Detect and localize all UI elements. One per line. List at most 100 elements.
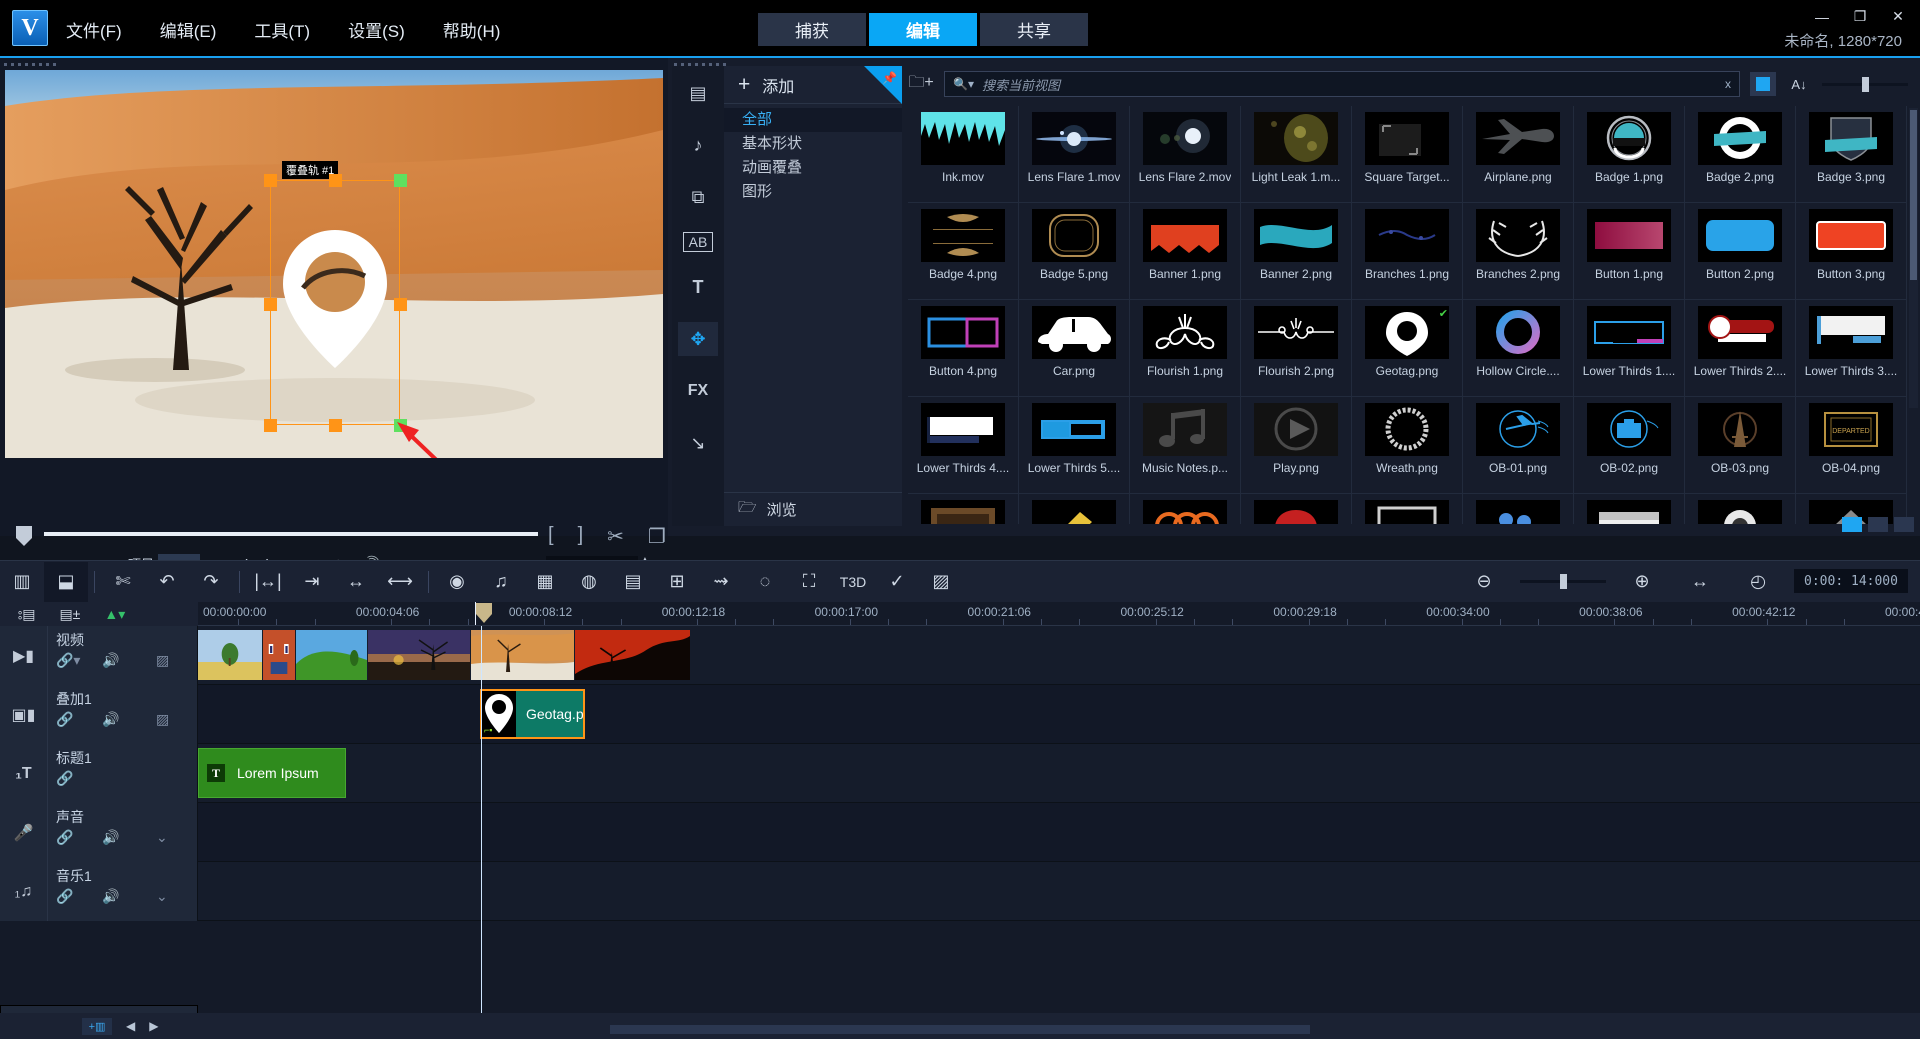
menu-item-tools[interactable]: 工具(T) [248, 13, 316, 46]
library-item[interactable]: Lens Flare 2.mov [1130, 106, 1241, 203]
pin-icon[interactable]: 📌 [864, 66, 902, 104]
menu-item-settings[interactable]: 设置(S) [342, 13, 411, 46]
media-icon[interactable]: ▤ [678, 76, 718, 110]
audio-mixer-button[interactable]: ♫ [479, 562, 523, 602]
scrubber-track[interactable] [44, 532, 538, 536]
selection-button[interactable]: ⛶ [787, 562, 831, 602]
track-header-overlay1[interactable]: ▣▮ 叠加1 🔗 🔊 ▨ [0, 685, 198, 744]
tab-capture[interactable]: 捕获 [758, 13, 866, 46]
handle-bottom-center[interactable] [329, 419, 342, 432]
maximize-button[interactable]: ❐ [1852, 8, 1868, 25]
new-folder-icon[interactable]: 🗀+ [908, 72, 934, 96]
library-item[interactable]: Badge 4.png [908, 203, 1019, 300]
library-item[interactable]: Banner 2.png [1241, 203, 1352, 300]
transition-icon[interactable]: ⧉ [678, 180, 718, 214]
video-preview[interactable]: 覆叠轨 #1 [5, 70, 663, 458]
library-item[interactable]: Lower Thirds 3.... [1796, 300, 1907, 397]
library-item[interactable]: Music Notes.p... [1130, 397, 1241, 494]
zoom-in-button[interactable]: ⊕ [1620, 561, 1664, 601]
library-item[interactable] [1019, 494, 1130, 524]
view-mode-list[interactable] [1868, 517, 1888, 532]
timeline-hscrollbar[interactable] [610, 1025, 1310, 1034]
library-item[interactable]: Button 3.png [1796, 203, 1907, 300]
volume-icon[interactable]: 🔊 [102, 829, 156, 846]
playhead-line[interactable] [481, 626, 482, 1013]
track-header-video[interactable]: ▶▮ 视频 🔗▾ 🔊 ▨ [0, 626, 198, 685]
clear-search-icon[interactable]: x [1725, 77, 1731, 91]
subtitle-editor-button[interactable]: ▤ [611, 562, 655, 602]
library-item[interactable]: Flourish 1.png [1130, 300, 1241, 397]
track-transparency-button[interactable]: ◍ [567, 562, 611, 602]
library-item[interactable]: Lower Thirds 4.... [908, 397, 1019, 494]
track-body-voice[interactable] [198, 803, 1920, 861]
fit-project-button[interactable]: |↔| [246, 562, 290, 602]
render-preview-button[interactable]: ⇥ [290, 562, 334, 602]
track-header-music1[interactable]: ₁♫ 音乐1 🔗 🔊 ⌄ [0, 862, 198, 921]
video-clip[interactable] [368, 630, 470, 680]
grid-icon[interactable]: ▨ [156, 652, 169, 669]
library-item[interactable]: Branches 2.png [1463, 203, 1574, 300]
handle-mid-right[interactable] [394, 298, 407, 311]
list-view-button[interactable] [1750, 72, 1776, 96]
handle-top-center[interactable] [329, 174, 342, 187]
category-all[interactable]: 全部 [724, 108, 902, 132]
volume-icon[interactable]: 🔊 [102, 888, 156, 905]
chapter-icon[interactable]: ▲▾ [104, 606, 125, 623]
audio-icon[interactable]: ♪ [678, 128, 718, 162]
tab-edit[interactable]: 编辑 [869, 13, 977, 46]
library-item[interactable]: Banner 1.png [1130, 203, 1241, 300]
handle-top-right[interactable] [394, 174, 407, 187]
library-item[interactable] [1463, 494, 1574, 524]
library-item[interactable]: Lower Thirds 5.... [1019, 397, 1130, 494]
copy-icon[interactable]: ❐ [648, 524, 666, 549]
motion-path-button[interactable]: ⇝ [699, 562, 743, 602]
handle-mid-left[interactable] [264, 298, 277, 311]
text-icon[interactable]: T [678, 270, 718, 304]
handle-bottom-left[interactable] [264, 419, 277, 432]
zoom-out-button[interactable]: ⊖ [1462, 561, 1506, 601]
fit-timeline-button[interactable]: ↔ [1678, 561, 1722, 601]
chevron-icon[interactable]: ⌄ [156, 888, 168, 905]
scroll-next-button[interactable]: ▶ [149, 1019, 158, 1033]
mask-creator-button[interactable]: ◌ [743, 562, 787, 602]
library-item[interactable]: Play.png [1241, 397, 1352, 494]
split-scene-button[interactable]: ↔ [334, 562, 378, 602]
track-body-music1[interactable] [198, 862, 1920, 920]
timeline-zoom-slider[interactable] [1520, 571, 1606, 591]
tab-share[interactable]: 共享 [980, 13, 1088, 46]
track-settings-icon[interactable]: ▤± [59, 606, 80, 623]
library-item[interactable]: Lower Thirds 2.... [1685, 300, 1796, 397]
minimize-button[interactable]: — [1814, 9, 1830, 25]
redo-button[interactable]: ↷ [189, 562, 233, 602]
title-ab-icon[interactable]: AB [683, 232, 713, 252]
close-button[interactable]: ✕ [1890, 8, 1906, 25]
multitrim-button[interactable]: ⟷ [378, 562, 422, 602]
library-item[interactable] [1574, 494, 1685, 524]
category-graphics[interactable]: 图形 [724, 180, 902, 204]
library-item[interactable]: DEPARTED OB-04.png [1796, 397, 1907, 494]
library-item[interactable]: OB-03.png [1685, 397, 1796, 494]
mark-out-button[interactable]: ] [578, 524, 584, 549]
track-body-video[interactable] [198, 626, 1920, 684]
view-mode-thumbnail[interactable] [1842, 517, 1862, 532]
library-item[interactable]: Car.png [1019, 300, 1130, 397]
add-media-row[interactable]: + 添加 📌 [724, 66, 902, 104]
sort-button[interactable]: A↓ [1786, 72, 1812, 96]
library-scrollbar[interactable] [1909, 108, 1918, 408]
library-item[interactable] [1352, 494, 1463, 524]
library-item[interactable]: Airplane.png [1463, 106, 1574, 203]
search-input[interactable]: 🔍▾ 搜索当前视图 x [944, 71, 1740, 97]
link-icon[interactable]: 🔗 [56, 829, 102, 846]
library-item[interactable]: OB-01.png [1463, 397, 1574, 494]
library-item[interactable] [908, 494, 1019, 524]
library-item[interactable]: Hollow Circle.... [1463, 300, 1574, 397]
timeline-ruler[interactable]: 00:00:00:00 00:00:04:06 00:00:08:12 00:00:1… [198, 602, 1920, 626]
track-header-title1[interactable]: ₁T 标题1 🔗 [0, 744, 198, 803]
grid-icon[interactable]: ▨ [156, 711, 169, 728]
paint-button[interactable]: ✓ [875, 562, 919, 602]
library-item[interactable]: Button 2.png [1685, 203, 1796, 300]
browse-button[interactable]: 🗁 浏览 [724, 492, 902, 526]
overlay-clip[interactable]: ⌐▪ Geotag.p [480, 689, 585, 739]
video-editor-button[interactable]: ▨ [919, 562, 963, 602]
volume-icon[interactable]: 🔊 [102, 711, 156, 728]
